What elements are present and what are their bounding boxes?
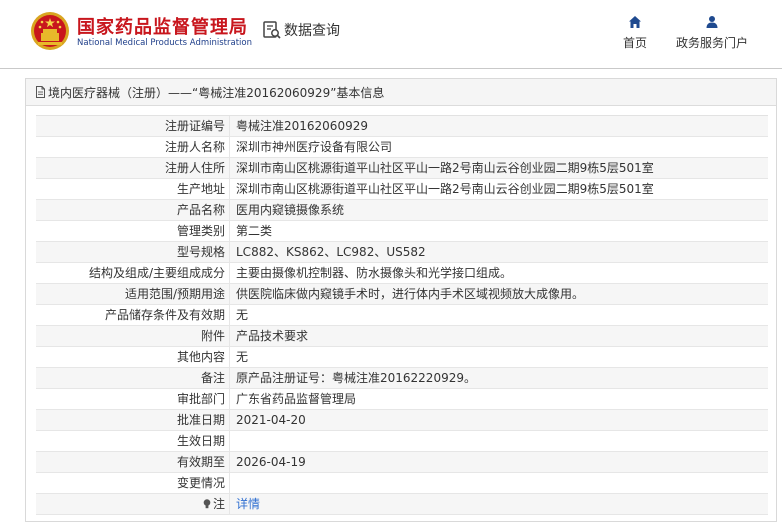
field-value: 2026-04-19 — [236, 455, 306, 469]
table-row: 型号规格 LC882、KS862、LC982、US582 — [36, 242, 768, 263]
table-row: 有效期至 2026-04-19 — [36, 452, 768, 473]
field-label: 生产地址 — [36, 179, 230, 199]
table-row: 其他内容 无 — [36, 347, 768, 368]
table-row: 备注 原产品注册证号：粤械注准20162220929。 — [36, 368, 768, 389]
national-emblem-icon — [31, 12, 69, 50]
field-label: 变更情况 — [36, 473, 230, 493]
field-label: 注册人名称 — [36, 137, 230, 157]
field-label: 结构及组成/主要组成成分 — [36, 263, 230, 283]
table-row: 管理类别 第二类 — [36, 221, 768, 242]
table-row: 注册证编号 粤械注准20162060929 — [36, 116, 768, 137]
field-value: 供医院临床做内窥镜手术时，进行体内手术区域视频放大成像用。 — [236, 287, 585, 301]
document-search-icon — [263, 21, 281, 39]
table-row: 附件 产品技术要求 — [36, 326, 768, 347]
nav-home[interactable]: 首页 — [623, 15, 647, 51]
field-label: 产品名称 — [36, 200, 230, 220]
field-value: 深圳市神州医疗设备有限公司 — [236, 140, 393, 154]
user-icon — [706, 16, 718, 28]
field-value: 医用内窥镜摄像系统 — [236, 203, 345, 217]
field-value: 无 — [236, 350, 249, 364]
field-label: 型号规格 — [36, 242, 230, 262]
table-row: 产品名称 医用内窥镜摄像系统 — [36, 200, 768, 221]
field-value: 第二类 — [236, 224, 273, 238]
data-query-label: 数据查询 — [284, 23, 340, 39]
header-divider — [0, 68, 782, 69]
field-label: 有效期至 — [36, 452, 230, 472]
note-label: 注 — [212, 497, 225, 511]
table-row: 生产地址 深圳市南山区桃源街道平山社区平山一路2号南山云谷创业园二期9栋5层50… — [36, 179, 768, 200]
field-value: 深圳市南山区桃源街道平山社区平山一路2号南山云谷创业园二期9栋5层501室 — [236, 182, 654, 196]
field-value: LC882、KS862、LC982、US582 — [236, 245, 426, 259]
field-label: 附件 — [36, 326, 230, 346]
field-label: 注册证编号 — [36, 116, 230, 136]
note-label-cell: 注 — [36, 494, 230, 514]
field-value: 主要由摄像机控制器、防水摄像头和光学接口组成。 — [236, 266, 513, 280]
panel-title: 境内医疗器械（注册）——“粤械注准20162060929”基本信息 — [48, 85, 385, 100]
table-row: 审批部门 广东省药品监督管理局 — [36, 389, 768, 410]
field-value: 2021-04-20 — [236, 413, 306, 427]
data-query-link[interactable]: 数据查询 — [262, 19, 340, 41]
field-value — [230, 431, 768, 451]
nav-service-portal-label: 政务服务门户 — [676, 36, 749, 50]
table-row: 注册人住所 深圳市南山区桃源街道平山社区平山一路2号南山云谷创业园二期9栋5层5… — [36, 158, 768, 179]
document-icon — [36, 86, 45, 98]
field-label: 批准日期 — [36, 410, 230, 430]
field-label: 管理类别 — [36, 221, 230, 241]
table-row: 生效日期 — [36, 431, 768, 452]
detail-table: 注册证编号 粤械注准20162060929 注册人名称 深圳市神州医疗设备有限公… — [36, 115, 768, 515]
home-icon — [629, 16, 641, 28]
bulb-icon — [203, 499, 211, 509]
nav-service-portal[interactable]: 政务服务门户 — [676, 15, 748, 51]
site-header: 国家药品监督管理局 National Medical Products Admi… — [0, 0, 782, 68]
note-row: 注 详情 — [36, 494, 768, 515]
field-value: 粤械注准20162060929 — [236, 119, 368, 133]
detail-panel: 境内医疗器械（注册）——“粤械注准20162060929”基本信息 注册证编号 … — [25, 78, 777, 522]
table-row: 结构及组成/主要组成成分 主要由摄像机控制器、防水摄像头和光学接口组成。 — [36, 263, 768, 284]
field-label: 其他内容 — [36, 347, 230, 367]
org-name-en[interactable]: National Medical Products Administration — [77, 38, 252, 48]
nav-home-label: 首页 — [623, 36, 648, 50]
field-label: 审批部门 — [36, 389, 230, 409]
org-name-cn[interactable]: 国家药品监督管理局 — [77, 13, 248, 39]
field-value: 产品技术要求 — [236, 329, 309, 343]
field-label: 产品储存条件及有效期 — [36, 305, 230, 325]
field-label: 备注 — [36, 368, 230, 388]
field-value: 原产品注册证号：粤械注准20162220929。 — [236, 371, 476, 385]
field-value — [230, 473, 768, 493]
table-row: 注册人名称 深圳市神州医疗设备有限公司 — [36, 137, 768, 158]
table-row: 批准日期 2021-04-20 — [36, 410, 768, 431]
field-value: 深圳市南山区桃源街道平山社区平山一路2号南山云谷创业园二期9栋5层501室 — [236, 161, 654, 175]
table-row: 适用范围/预期用途 供医院临床做内窥镜手术时，进行体内手术区域视频放大成像用。 — [36, 284, 768, 305]
field-label: 注册人住所 — [36, 158, 230, 178]
field-value: 无 — [236, 308, 249, 322]
details-link[interactable]: 详情 — [230, 494, 768, 514]
field-label: 生效日期 — [36, 431, 230, 451]
table-row: 产品储存条件及有效期 无 — [36, 305, 768, 326]
field-value: 广东省药品监督管理局 — [236, 392, 357, 406]
field-label: 适用范围/预期用途 — [36, 284, 230, 304]
table-row: 变更情况 — [36, 473, 768, 494]
panel-title-bar: 境内医疗器械（注册）——“粤械注准20162060929”基本信息 — [26, 79, 776, 106]
